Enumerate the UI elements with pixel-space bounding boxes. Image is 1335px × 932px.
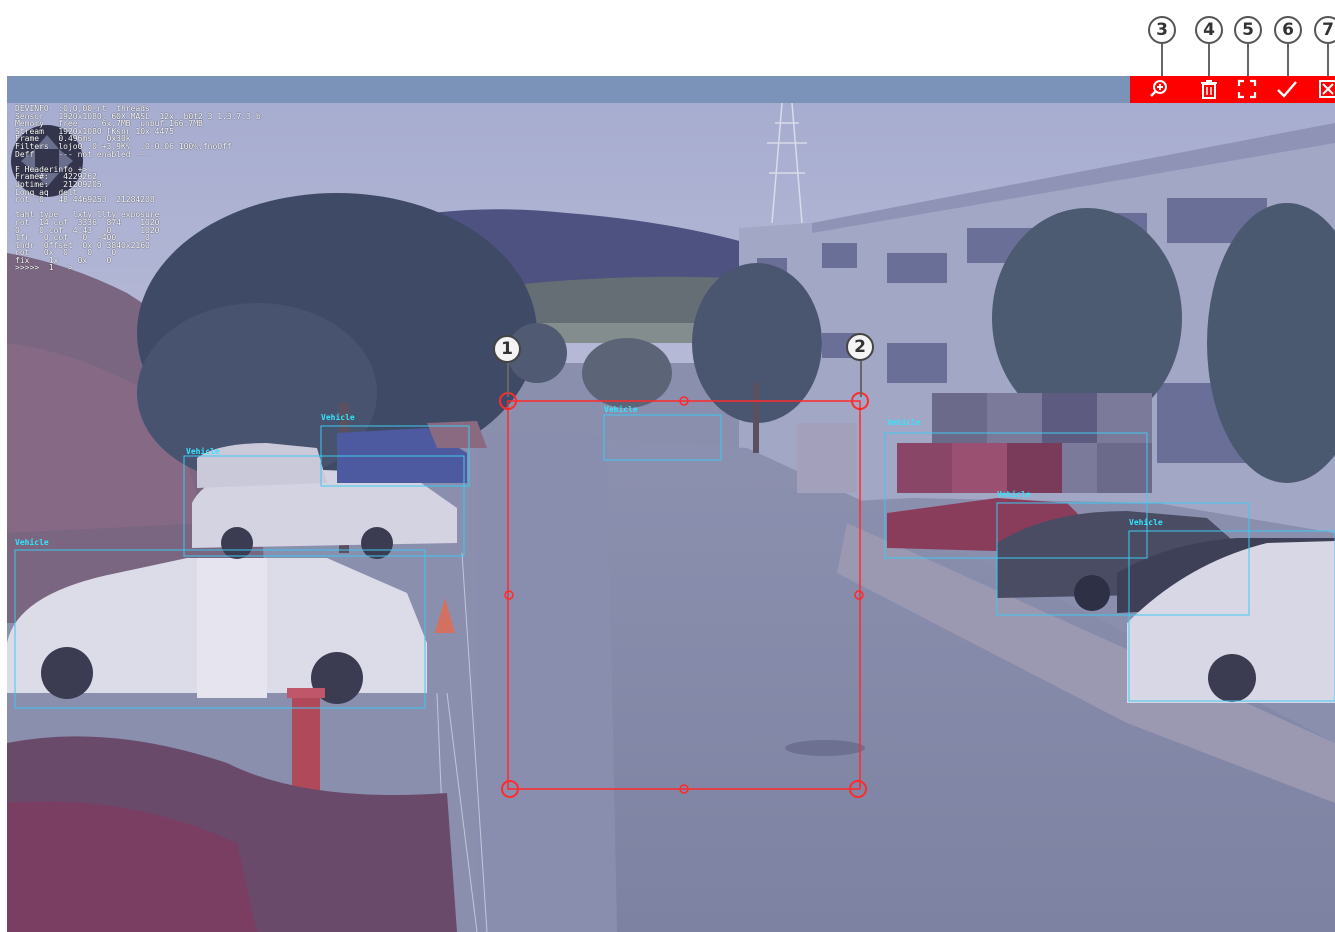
detection-label: Vehicle: [887, 418, 921, 427]
callout-3: 3: [1148, 16, 1176, 44]
callout-1-line: [507, 363, 509, 397]
zoom-in-icon: [1150, 80, 1167, 97]
callout-5: 5: [1234, 16, 1262, 44]
fullscreen-button[interactable]: [1234, 78, 1260, 100]
callout-2-line: [860, 361, 862, 397]
close-box-icon: [1319, 80, 1335, 98]
osd-line: Deff --- not enabled ---: [15, 149, 150, 159]
confirm-button[interactable]: [1274, 78, 1300, 100]
callout-6: 6: [1274, 16, 1302, 44]
callout-2: 2: [846, 333, 874, 361]
callout-1: 1: [493, 335, 521, 363]
camera-live-view[interactable]: Vehicle Vehicle Vehicle Vehicle Vehicle …: [7, 103, 1335, 932]
debug-overlay-text: DEVINFO :0,0,00-rt threads Sensor 1920x10…: [15, 105, 515, 272]
trash-icon: [1201, 80, 1217, 99]
delete-button[interactable]: [1196, 78, 1222, 100]
osd-line: >>>>> 1 >: [15, 263, 73, 273]
detection-label: Vehicle: [604, 405, 638, 414]
detection-label: Vehicle: [15, 538, 49, 547]
callout-7: 7: [1314, 16, 1335, 44]
detection-label: Vehicle: [997, 490, 1031, 499]
osd-line: fix 1x 0x 0: [15, 255, 112, 265]
detection-label: Vehicle: [321, 413, 355, 422]
detection-label: Vehicle: [1129, 518, 1163, 527]
region-toolbar: [1130, 76, 1335, 103]
zoom-in-button[interactable]: [1146, 78, 1172, 100]
callout-4: 4: [1195, 16, 1223, 44]
close-button[interactable]: [1315, 78, 1335, 100]
checkmark-icon: [1277, 81, 1297, 98]
fullscreen-icon: [1237, 79, 1257, 99]
osd-line: [15, 158, 515, 166]
osd-line: Uptime: 21209205: [15, 179, 102, 189]
detection-label: Vehicle: [186, 447, 220, 456]
osd-line: rot 0 48 4469253 21284208: [15, 195, 155, 205]
